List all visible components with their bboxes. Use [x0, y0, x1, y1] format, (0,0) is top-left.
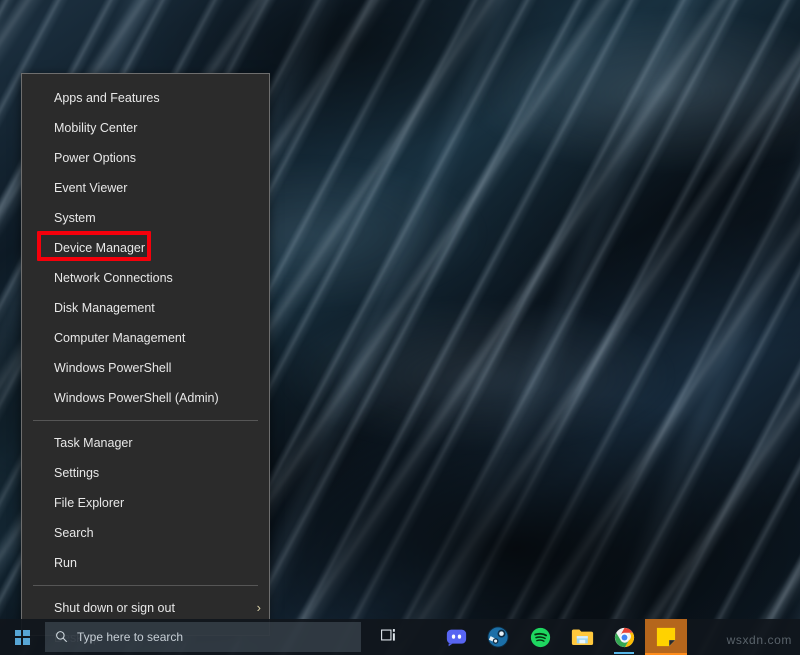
- menu-item-device-manager[interactable]: Device Manager: [22, 233, 269, 263]
- menu-item-label: Power Options: [54, 151, 136, 165]
- menu-item-label: Mobility Center: [54, 121, 137, 135]
- menu-item-label: Computer Management: [54, 331, 185, 345]
- win-x-power-user-menu[interactable]: Apps and Features Mobility Center Power …: [21, 73, 270, 636]
- discord-icon: [446, 627, 467, 648]
- menu-separator: [33, 585, 258, 586]
- search-input[interactable]: Type here to search: [45, 622, 361, 652]
- sticky-notes-icon: [656, 627, 676, 647]
- menu-item-label: Disk Management: [54, 301, 155, 315]
- chrome-icon: [614, 627, 635, 648]
- taskbar-app-file-explorer[interactable]: [561, 619, 603, 655]
- search-icon: [45, 630, 77, 645]
- menu-separator: [33, 420, 258, 421]
- menu-item-search[interactable]: Search: [22, 518, 269, 548]
- windows-logo-icon: [15, 630, 30, 645]
- task-view-button[interactable]: [367, 619, 411, 655]
- menu-item-windows-powershell-admin[interactable]: Windows PowerShell (Admin): [22, 383, 269, 413]
- menu-item-label: Task Manager: [54, 436, 133, 450]
- spotify-icon: [530, 627, 551, 648]
- menu-item-network-connections[interactable]: Network Connections: [22, 263, 269, 293]
- taskbar-app-buttons[interactable]: [435, 619, 687, 655]
- menu-item-settings[interactable]: Settings: [22, 458, 269, 488]
- folder-icon: [571, 627, 594, 647]
- menu-item-label: Run: [54, 556, 77, 570]
- menu-item-mobility-center[interactable]: Mobility Center: [22, 113, 269, 143]
- menu-item-label: Settings: [54, 466, 99, 480]
- menu-item-label: Event Viewer: [54, 181, 127, 195]
- menu-item-computer-management[interactable]: Computer Management: [22, 323, 269, 353]
- taskbar-app-discord[interactable]: [435, 619, 477, 655]
- steam-icon: [487, 626, 509, 648]
- menu-item-disk-management[interactable]: Disk Management: [22, 293, 269, 323]
- menu-item-file-explorer[interactable]: File Explorer: [22, 488, 269, 518]
- taskbar-app-steam[interactable]: [477, 619, 519, 655]
- taskbar-app-google-chrome[interactable]: [603, 619, 645, 655]
- menu-item-task-manager[interactable]: Task Manager: [22, 428, 269, 458]
- menu-item-label: Windows PowerShell: [54, 361, 171, 375]
- menu-item-label: Apps and Features: [54, 91, 160, 105]
- menu-item-power-options[interactable]: Power Options: [22, 143, 269, 173]
- menu-item-event-viewer[interactable]: Event Viewer: [22, 173, 269, 203]
- menu-item-system[interactable]: System: [22, 203, 269, 233]
- menu-item-label: Shut down or sign out: [54, 601, 175, 615]
- menu-item-label: File Explorer: [54, 496, 124, 510]
- menu-item-label: Search: [54, 526, 94, 540]
- menu-item-apps-and-features[interactable]: Apps and Features: [22, 83, 269, 113]
- task-view-icon: [381, 628, 398, 647]
- menu-item-label: Network Connections: [54, 271, 173, 285]
- taskbar-app-spotify[interactable]: [519, 619, 561, 655]
- menu-item-label: Device Manager: [54, 241, 145, 255]
- menu-item-label: Windows PowerShell (Admin): [54, 391, 219, 405]
- menu-item-windows-powershell[interactable]: Windows PowerShell: [22, 353, 269, 383]
- menu-item-label: System: [54, 211, 96, 225]
- site-watermark: wsxdn.com: [727, 633, 792, 647]
- taskbar[interactable]: Type here to search: [0, 619, 800, 655]
- start-button[interactable]: [0, 619, 44, 655]
- search-placeholder-text: Type here to search: [77, 630, 183, 644]
- menu-item-run[interactable]: Run: [22, 548, 269, 578]
- taskbar-app-sticky-notes[interactable]: [645, 619, 687, 655]
